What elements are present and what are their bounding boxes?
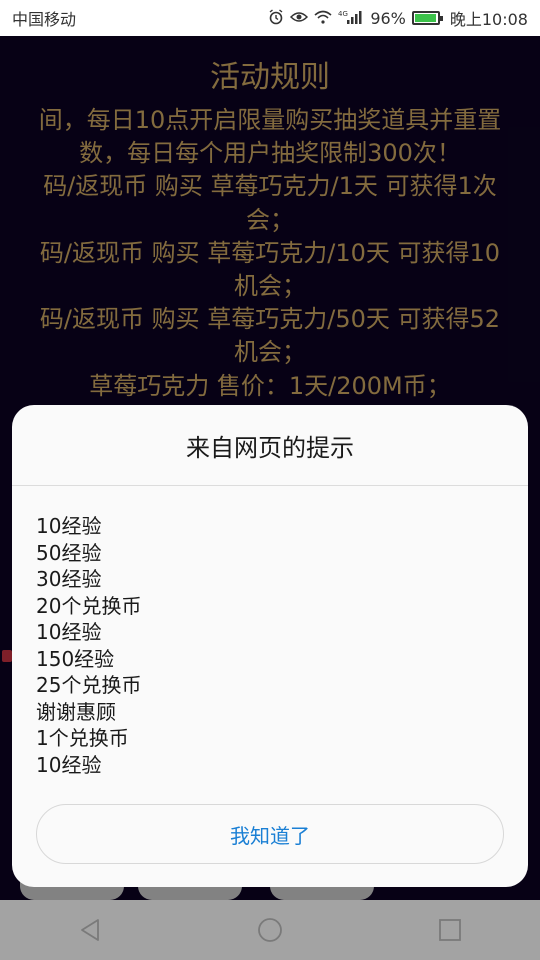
alert-dialog: 来自网页的提示 10经验 50经验 30经验 20个兑换币 10经验 150经验… bbox=[12, 405, 528, 887]
back-icon bbox=[81, 919, 99, 941]
dialog-title: 来自网页的提示 bbox=[186, 433, 354, 462]
alarm-icon bbox=[268, 8, 284, 28]
signal-icon: 4G bbox=[338, 9, 364, 28]
navigation-bar bbox=[0, 900, 540, 960]
message-line: 20个兑换币 bbox=[36, 593, 142, 618]
message-line: 25个兑换币 bbox=[36, 673, 142, 697]
eye-icon bbox=[290, 10, 309, 27]
message-line: 10经验 bbox=[36, 752, 102, 777]
dialog-divider bbox=[12, 485, 528, 486]
message-line: 10经验 bbox=[36, 514, 102, 538]
home-icon bbox=[258, 918, 282, 942]
message-line: 50经验 bbox=[36, 540, 102, 565]
message-line: 谢谢惠顾 bbox=[36, 699, 116, 724]
wifi-icon bbox=[314, 10, 332, 27]
recents-icon bbox=[439, 919, 461, 941]
home-button[interactable] bbox=[240, 910, 300, 950]
ok-button[interactable]: 我知道了 bbox=[36, 804, 504, 864]
svg-text:4G: 4G bbox=[338, 10, 348, 18]
back-button[interactable] bbox=[60, 910, 120, 950]
message-line: 150经验 bbox=[36, 646, 115, 671]
status-bar: 中国移动 4G 96% 晚上10:08 bbox=[0, 0, 540, 36]
clock-time: 晚上10:08 bbox=[449, 10, 528, 29]
battery-percent: 96% bbox=[370, 8, 406, 28]
battery-icon bbox=[411, 11, 443, 25]
message-line: 1个兑换币 bbox=[36, 726, 129, 750]
battery-level bbox=[414, 14, 436, 22]
recents-button[interactable] bbox=[420, 910, 480, 950]
message-line: 30经验 bbox=[36, 567, 102, 591]
dialog-message: 10经验 50经验 30经验 20个兑换币 10经验 150经验 25个兑换币 … bbox=[36, 513, 506, 778]
status-icons: 4G 96% 晚上10:08 bbox=[268, 6, 528, 30]
message-line: 10经验 bbox=[36, 620, 102, 644]
carrier-name: 中国移动 bbox=[12, 10, 77, 29]
